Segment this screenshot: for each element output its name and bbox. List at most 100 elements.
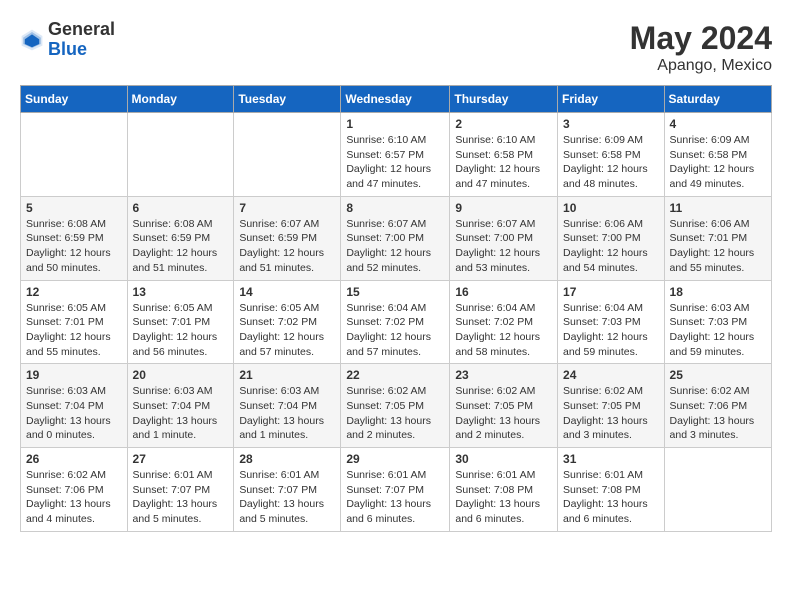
- day-number: 13: [133, 285, 229, 299]
- calendar-week-row: 26 Sunrise: 6:02 AM Sunset: 7:06 PM Dayli…: [21, 448, 772, 532]
- day-number: 27: [133, 452, 229, 466]
- calendar-day-14: 14 Sunrise: 6:05 AM Sunset: 7:02 PM Dayli…: [234, 280, 341, 364]
- weekday-header-row: SundayMondayTuesdayWednesdayThursdayFrid…: [21, 86, 772, 113]
- calendar-day-26: 26 Sunrise: 6:02 AM Sunset: 7:06 PM Dayli…: [21, 448, 128, 532]
- day-info: Sunrise: 6:09 AM Sunset: 6:58 PM Dayligh…: [563, 133, 659, 192]
- calendar-day-10: 10 Sunrise: 6:06 AM Sunset: 7:00 PM Dayli…: [558, 196, 665, 280]
- day-number: 2: [455, 117, 552, 131]
- day-number: 1: [346, 117, 444, 131]
- calendar-day-31: 31 Sunrise: 6:01 AM Sunset: 7:08 PM Dayli…: [558, 448, 665, 532]
- calendar-day-25: 25 Sunrise: 6:02 AM Sunset: 7:06 PM Dayli…: [664, 364, 771, 448]
- calendar-day-20: 20 Sunrise: 6:03 AM Sunset: 7:04 PM Dayli…: [127, 364, 234, 448]
- day-info: Sunrise: 6:05 AM Sunset: 7:02 PM Dayligh…: [239, 301, 335, 360]
- day-number: 5: [26, 201, 122, 215]
- day-info: Sunrise: 6:05 AM Sunset: 7:01 PM Dayligh…: [133, 301, 229, 360]
- logo-blue-text: Blue: [48, 39, 87, 59]
- day-number: 19: [26, 368, 122, 382]
- day-number: 14: [239, 285, 335, 299]
- calendar-day-17: 17 Sunrise: 6:04 AM Sunset: 7:03 PM Dayli…: [558, 280, 665, 364]
- day-number: 23: [455, 368, 552, 382]
- calendar-day-4: 4 Sunrise: 6:09 AM Sunset: 6:58 PM Daylig…: [664, 113, 771, 197]
- calendar-day-5: 5 Sunrise: 6:08 AM Sunset: 6:59 PM Daylig…: [21, 196, 128, 280]
- calendar-day-1: 1Sunrise: 6:10 AM Sunset: 6:57 PM Daylig…: [341, 113, 450, 197]
- day-number: 7: [239, 201, 335, 215]
- day-info: Sunrise: 6:01 AM Sunset: 7:07 PM Dayligh…: [346, 468, 444, 527]
- day-number: 9: [455, 201, 552, 215]
- day-info: Sunrise: 6:07 AM Sunset: 7:00 PM Dayligh…: [346, 217, 444, 276]
- day-number: 30: [455, 452, 552, 466]
- location-title: Apango, Mexico: [630, 57, 772, 75]
- calendar-week-row: 19 Sunrise: 6:03 AM Sunset: 7:04 PM Dayli…: [21, 364, 772, 448]
- logo-text: General Blue: [48, 20, 115, 60]
- day-number: 28: [239, 452, 335, 466]
- title-block: May 2024 Apango, Mexico: [630, 20, 772, 75]
- day-info: Sunrise: 6:06 AM Sunset: 7:00 PM Dayligh…: [563, 217, 659, 276]
- day-number: 18: [670, 285, 766, 299]
- calendar-day-22: 22Sunrise: 6:02 AM Sunset: 7:05 PM Dayli…: [341, 364, 450, 448]
- day-info: Sunrise: 6:02 AM Sunset: 7:05 PM Dayligh…: [563, 384, 659, 443]
- weekday-header-sunday: Sunday: [21, 86, 128, 113]
- calendar-day-16: 16Sunrise: 6:04 AM Sunset: 7:02 PM Dayli…: [450, 280, 558, 364]
- weekday-header-tuesday: Tuesday: [234, 86, 341, 113]
- calendar-day-18: 18 Sunrise: 6:03 AM Sunset: 7:03 PM Dayli…: [664, 280, 771, 364]
- day-number: 31: [563, 452, 659, 466]
- calendar-week-row: 5 Sunrise: 6:08 AM Sunset: 6:59 PM Daylig…: [21, 196, 772, 280]
- day-info: Sunrise: 6:10 AM Sunset: 6:58 PM Dayligh…: [455, 133, 552, 192]
- day-info: Sunrise: 6:03 AM Sunset: 7:03 PM Dayligh…: [670, 301, 766, 360]
- calendar-day-12: 12 Sunrise: 6:05 AM Sunset: 7:01 PM Dayli…: [21, 280, 128, 364]
- calendar-table: SundayMondayTuesdayWednesdayThursdayFrid…: [20, 85, 772, 532]
- day-info: Sunrise: 6:02 AM Sunset: 7:06 PM Dayligh…: [26, 468, 122, 527]
- calendar-day-6: 6 Sunrise: 6:08 AM Sunset: 6:59 PM Daylig…: [127, 196, 234, 280]
- calendar-empty-cell: [21, 113, 128, 197]
- weekday-header-wednesday: Wednesday: [341, 86, 450, 113]
- day-info: Sunrise: 6:02 AM Sunset: 7:05 PM Dayligh…: [455, 384, 552, 443]
- day-number: 4: [670, 117, 766, 131]
- calendar-day-7: 7 Sunrise: 6:07 AM Sunset: 6:59 PM Daylig…: [234, 196, 341, 280]
- day-info: Sunrise: 6:01 AM Sunset: 7:07 PM Dayligh…: [133, 468, 229, 527]
- day-number: 20: [133, 368, 229, 382]
- calendar-week-row: 1Sunrise: 6:10 AM Sunset: 6:57 PM Daylig…: [21, 113, 772, 197]
- calendar-day-2: 2 Sunrise: 6:10 AM Sunset: 6:58 PM Daylig…: [450, 113, 558, 197]
- calendar-day-19: 19Sunrise: 6:03 AM Sunset: 7:04 PM Dayli…: [21, 364, 128, 448]
- day-number: 21: [239, 368, 335, 382]
- day-info: Sunrise: 6:01 AM Sunset: 7:08 PM Dayligh…: [563, 468, 659, 527]
- day-number: 24: [563, 368, 659, 382]
- day-info: Sunrise: 6:02 AM Sunset: 7:06 PM Dayligh…: [670, 384, 766, 443]
- day-number: 29: [346, 452, 444, 466]
- weekday-header-monday: Monday: [127, 86, 234, 113]
- calendar-day-11: 11Sunrise: 6:06 AM Sunset: 7:01 PM Dayli…: [664, 196, 771, 280]
- weekday-header-friday: Friday: [558, 86, 665, 113]
- day-number: 10: [563, 201, 659, 215]
- day-info: Sunrise: 6:05 AM Sunset: 7:01 PM Dayligh…: [26, 301, 122, 360]
- day-number: 17: [563, 285, 659, 299]
- calendar-day-30: 30Sunrise: 6:01 AM Sunset: 7:08 PM Dayli…: [450, 448, 558, 532]
- day-info: Sunrise: 6:08 AM Sunset: 6:59 PM Dayligh…: [26, 217, 122, 276]
- day-info: Sunrise: 6:09 AM Sunset: 6:58 PM Dayligh…: [670, 133, 766, 192]
- month-title: May 2024: [630, 20, 772, 57]
- calendar-day-21: 21Sunrise: 6:03 AM Sunset: 7:04 PM Dayli…: [234, 364, 341, 448]
- logo-icon: [20, 28, 44, 52]
- day-info: Sunrise: 6:04 AM Sunset: 7:02 PM Dayligh…: [346, 301, 444, 360]
- day-info: Sunrise: 6:01 AM Sunset: 7:07 PM Dayligh…: [239, 468, 335, 527]
- day-number: 25: [670, 368, 766, 382]
- calendar-day-9: 9 Sunrise: 6:07 AM Sunset: 7:00 PM Daylig…: [450, 196, 558, 280]
- day-info: Sunrise: 6:03 AM Sunset: 7:04 PM Dayligh…: [133, 384, 229, 443]
- day-number: 15: [346, 285, 444, 299]
- calendar-day-15: 15 Sunrise: 6:04 AM Sunset: 7:02 PM Dayli…: [341, 280, 450, 364]
- calendar-day-27: 27 Sunrise: 6:01 AM Sunset: 7:07 PM Dayli…: [127, 448, 234, 532]
- day-info: Sunrise: 6:04 AM Sunset: 7:02 PM Dayligh…: [455, 301, 552, 360]
- day-info: Sunrise: 6:07 AM Sunset: 6:59 PM Dayligh…: [239, 217, 335, 276]
- weekday-header-saturday: Saturday: [664, 86, 771, 113]
- day-info: Sunrise: 6:04 AM Sunset: 7:03 PM Dayligh…: [563, 301, 659, 360]
- day-info: Sunrise: 6:07 AM Sunset: 7:00 PM Dayligh…: [455, 217, 552, 276]
- day-number: 26: [26, 452, 122, 466]
- day-number: 6: [133, 201, 229, 215]
- day-number: 12: [26, 285, 122, 299]
- calendar-day-3: 3Sunrise: 6:09 AM Sunset: 6:58 PM Daylig…: [558, 113, 665, 197]
- calendar-day-8: 8Sunrise: 6:07 AM Sunset: 7:00 PM Daylig…: [341, 196, 450, 280]
- calendar-empty-cell: [234, 113, 341, 197]
- logo-general-text: General: [48, 19, 115, 39]
- day-info: Sunrise: 6:08 AM Sunset: 6:59 PM Dayligh…: [133, 217, 229, 276]
- calendar-empty-cell: [664, 448, 771, 532]
- calendar-day-24: 24 Sunrise: 6:02 AM Sunset: 7:05 PM Dayli…: [558, 364, 665, 448]
